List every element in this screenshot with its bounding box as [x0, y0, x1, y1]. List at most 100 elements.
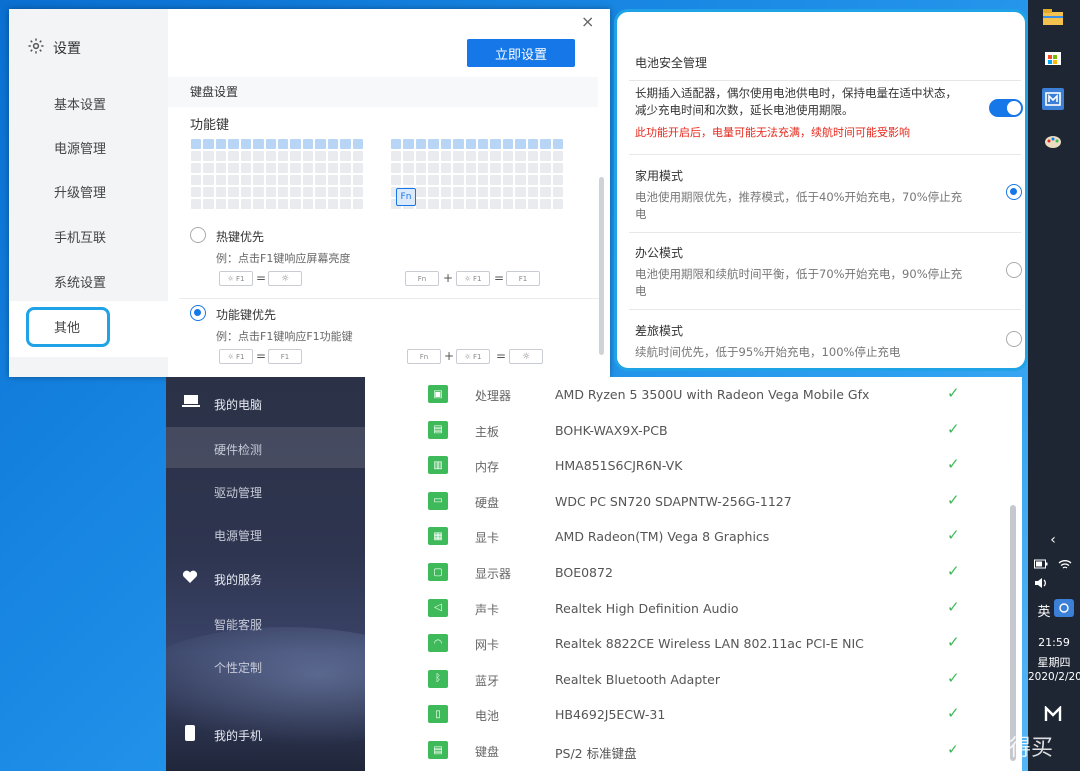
key-cell [240, 163, 252, 173]
nav-hardware-check[interactable]: 硬件检测 [214, 441, 262, 458]
mode-office-radio[interactable] [1006, 262, 1022, 278]
key-cell [515, 163, 526, 173]
keyboard-settings-header: 键盘设置 [168, 77, 598, 107]
table-row: ▭ 硬盘 WDC PC SN720 SDAPNTW-256G-1127 ✓ [365, 484, 1005, 520]
nav-other[interactable]: 其他 [54, 317, 80, 336]
key-cell [515, 199, 526, 209]
check-icon: ✓ [947, 526, 960, 545]
clock-weekday[interactable]: 星期四 [1028, 654, 1080, 670]
key-cell [265, 151, 276, 161]
wifi-icon: ◠ [428, 634, 448, 653]
nav-smart-support[interactable]: 智能客服 [214, 616, 262, 633]
key-cell [465, 187, 476, 197]
key-cell [428, 199, 439, 209]
keycap-f1: F1 [506, 271, 540, 286]
key-cell [302, 139, 314, 149]
hw-name: 网卡 [475, 638, 500, 653]
key-cell [552, 187, 563, 197]
key-cell [552, 199, 563, 209]
paint-icon[interactable] [1042, 130, 1064, 152]
mode-travel-desc: 续航时间优先，低于95%开始充电，100%停止充电 [635, 345, 901, 359]
clock-date[interactable]: 2020/2/20 [1028, 671, 1080, 683]
key-cell [278, 139, 289, 149]
pc-manager-icon[interactable] [1042, 88, 1064, 110]
key-cell [278, 175, 289, 185]
hardware-scrollbar[interactable] [1010, 505, 1016, 761]
mode-home-radio[interactable] [1006, 184, 1022, 200]
clock-time[interactable]: 21:59 [1028, 636, 1080, 649]
key-cell [478, 163, 489, 173]
key-cell [290, 163, 301, 173]
keycap-fn: Fn [405, 271, 439, 286]
nav-power-management[interactable]: 电源管理 [214, 527, 262, 544]
store-icon[interactable] [1042, 46, 1064, 68]
key-cell [327, 151, 339, 161]
table-row: ◁ 声卡 Realtek High Definition Audio ✓ [365, 591, 1005, 627]
cpu-icon: ▣ [428, 385, 448, 403]
mode-home-name: 家用模式 [635, 169, 684, 183]
key-cell [428, 139, 439, 149]
key-cell [253, 199, 264, 209]
input-method-icon[interactable] [1054, 599, 1074, 617]
nav-personalization[interactable]: 个性定制 [214, 659, 262, 676]
key-cell [253, 139, 264, 149]
nav-my-service[interactable]: 我的服务 [214, 571, 262, 588]
chevron-left-icon[interactable]: ‹ [1042, 529, 1064, 551]
key-cell [340, 151, 351, 161]
nav-upgrade-management[interactable]: 升级管理 [54, 182, 106, 201]
table-row: ▣ 处理器 AMD Ryzen 5 3500U with Radeon Vega… [365, 377, 1005, 413]
nav-phone-link[interactable]: 手机互联 [54, 227, 106, 246]
key-cell [315, 163, 326, 173]
keycap-f1-sun: ☼ F1 [456, 349, 490, 364]
keyboard-icon: ▤ [428, 741, 448, 759]
fnkey-priority-radio[interactable] [190, 305, 206, 321]
key-cell [278, 163, 289, 173]
nav-my-phone[interactable]: 我的手机 [214, 727, 262, 744]
gear-icon [27, 37, 45, 59]
key-cell [240, 199, 252, 209]
nav-my-pc[interactable]: 我的电脑 [214, 396, 262, 413]
pc-manager-tray-icon[interactable] [1042, 703, 1064, 725]
mode-travel-radio[interactable] [1006, 331, 1022, 347]
key-cell [265, 199, 276, 209]
fn-key-highlight: Fn [396, 188, 416, 206]
battery-safety-title: 电池安全管理 [635, 56, 708, 70]
key-cell [327, 163, 339, 173]
nav-driver-management[interactable]: 驱动管理 [214, 484, 262, 501]
apply-now-button[interactable]: 立即设置 [467, 39, 575, 67]
key-cell [215, 163, 227, 173]
file-explorer-icon[interactable] [1042, 6, 1064, 28]
key-cell [228, 151, 239, 161]
nav-basic-settings[interactable]: 基本设置 [54, 94, 106, 113]
disk-icon: ▭ [428, 491, 448, 510]
settings-sidebar: 设置 基本设置 电源管理 升级管理 手机互联 系统设置 其他 [9, 9, 168, 377]
battery-safety-toggle[interactable] [989, 99, 1023, 117]
close-icon[interactable]: × [581, 12, 594, 31]
key-cell [215, 175, 227, 185]
settings-scrollbar[interactable] [599, 177, 604, 355]
key-cell [415, 139, 427, 149]
key-cell [203, 139, 214, 149]
mode-travel-name: 差旅模式 [635, 324, 684, 338]
key-cell [502, 175, 514, 185]
key-cell [302, 151, 314, 161]
battery-safety-panel: 电池安全管理 长期插入适配器，偶尔使用电池供电时，保持电量在适中状态，减少充电时… [614, 9, 1028, 371]
hw-name: 声卡 [475, 602, 500, 617]
hotkey-priority-radio[interactable] [190, 227, 206, 243]
nav-power-management[interactable]: 电源管理 [54, 138, 106, 157]
key-cell [515, 175, 526, 185]
graphics-card-icon: ▦ [428, 527, 448, 546]
key-cell [191, 163, 202, 173]
key-cell [403, 139, 414, 149]
wifi-icon[interactable] [1054, 553, 1076, 575]
input-language[interactable]: 英 [1032, 601, 1056, 620]
hw-name: 电池 [475, 709, 500, 724]
key-cell [552, 175, 563, 185]
volume-icon[interactable] [1030, 572, 1052, 594]
hw-value: HB4692J5ECW-31 [555, 707, 666, 723]
phone-icon [184, 724, 196, 746]
keyboard-diagram-hotkey [191, 139, 363, 209]
keycap-f1: F1 [268, 349, 302, 364]
nav-system-settings[interactable]: 系统设置 [54, 272, 106, 291]
check-icon: ✓ [947, 633, 960, 652]
